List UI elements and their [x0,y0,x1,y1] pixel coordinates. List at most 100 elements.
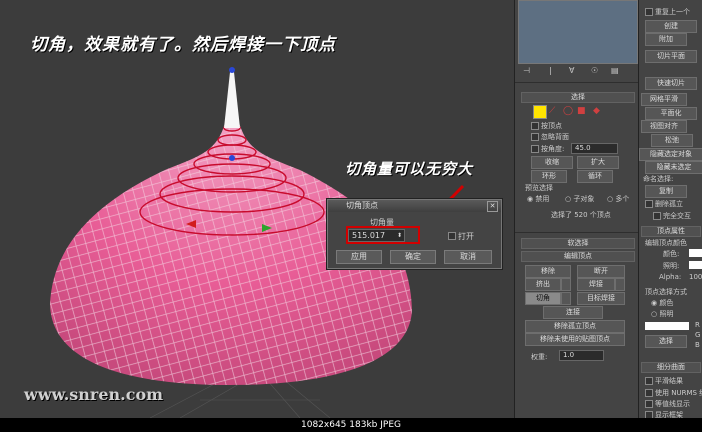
polygon-mode-icon[interactable]: ■ [577,106,586,116]
pin-stack-icon[interactable]: ⊣ [523,66,530,75]
hide-unselected-button[interactable]: 隐藏未选定 [645,161,702,174]
remove-unused-map-button[interactable]: 移除未使用的贴图顶点 [525,333,625,346]
vertex-properties-header[interactable]: 顶点属性 [641,226,701,237]
illumination-label: 照明: [663,262,680,270]
planarize-button[interactable]: 平面化 [645,107,697,120]
repeat-last-checkbox[interactable] [645,8,653,16]
attach-button[interactable]: 附加 [645,33,687,46]
chamfer-button[interactable]: 切角 [525,292,561,305]
delete-isolated-checkbox[interactable] [645,200,653,208]
select-by-color-radio[interactable]: ◉ 颜色 [651,298,673,308]
mesh-smooth-button[interactable]: 网格平滑 [641,93,687,106]
repeat-last-label: 重复上一个 [655,8,690,16]
show-end-result-icon[interactable]: | [549,66,552,75]
divider [515,82,639,83]
viewport-perspective[interactable]: 切角，效果就有了。然后焊接一下顶点 切角量可以无穷大 www.snren.com… [0,0,514,418]
select-color-swatch[interactable] [645,322,689,330]
remove-button[interactable]: 移除 [525,265,571,278]
preview-off-label: 禁用 [535,195,550,203]
dialog-title: 切角顶点 [346,201,378,210]
command-panel[interactable]: ⊣ | ∀ ☉ ▤ 选择 ⟋ ◯ ■ ◆ 按顶点 忽略背面 按角度: 45.0 … [514,0,639,418]
selection-rollout-header[interactable]: 选择 [521,92,635,103]
edge-mode-icon[interactable]: ⟋ [549,106,555,116]
by-angle-label: 按角度: [541,145,565,153]
slice-plane-button[interactable]: 切片平面 [645,50,697,63]
create-button[interactable]: 创建 [645,20,697,33]
color-label: 颜色: [663,250,680,258]
edit-vertices-rollout-header[interactable]: 编辑顶点 [521,251,635,262]
weight-spinner[interactable]: 1.0 [559,350,604,361]
ok-button[interactable]: 确定 [390,250,436,264]
illumination-color-swatch[interactable] [689,261,702,269]
select-by-illum-label: 照明 [659,310,674,318]
apply-button[interactable]: 应用 [336,250,382,264]
use-nurms-label: 使用 NURMS 细分 [655,389,702,397]
relax-button[interactable]: 松弛 [651,134,693,147]
stack-toolbar: ⊣ | ∀ ☉ ▤ [519,66,635,78]
select-by-illum-radio[interactable]: ○ 照明 [651,309,673,319]
image-info-text: 1082x645 183kb JPEG [301,420,401,430]
dialog-title-bar[interactable]: 切角顶点 ✕ [328,200,501,212]
preview-multi-radio[interactable]: ○ 多个 [607,194,629,204]
annotation-top: 切角，效果就有了。然后焊接一下顶点 [30,35,336,55]
hide-selected-button[interactable]: 隐藏选定对象 [639,148,702,161]
preview-subobj-radio[interactable]: ○ 子对象 [565,194,594,204]
cancel-button[interactable]: 取消 [444,250,492,264]
by-angle-spinner[interactable]: 45.0 [571,143,618,154]
gizmo-top-icon[interactable] [229,67,235,73]
connect-button[interactable]: 连接 [543,306,603,319]
edit-geometry-panel[interactable]: 重复上一个 创建 附加 切片平面 快速切片 网格平滑 平面化 视图对齐 松弛 隐… [638,0,702,418]
copy-button[interactable]: 复制 [645,185,687,198]
ignore-backfacing-checkbox[interactable] [531,133,539,141]
range-r-label: R [695,321,700,329]
close-icon[interactable]: ✕ [487,201,498,212]
extrude-button[interactable]: 挤出 [525,278,561,291]
vertex-mode-icon[interactable] [533,105,547,119]
named-selections-label: 命名选择: [643,175,674,183]
preview-off-radio[interactable]: ◉ 禁用 [527,194,549,204]
chamfer-settings-button[interactable] [561,292,571,305]
by-vertex-checkbox[interactable] [531,122,539,130]
target-weld-button[interactable]: 目标焊接 [577,292,625,305]
vertex-select-by-label: 顶点选择方式 [645,288,687,296]
make-unique-icon[interactable]: ∀ [569,66,574,75]
element-mode-icon[interactable]: ◆ [593,106,600,116]
extrude-settings-button[interactable] [561,278,571,291]
alpha-label: Alpha: [659,273,682,281]
image-info-bar: 1082x645 183kb JPEG [0,418,702,432]
ring-button[interactable]: 环形 [531,170,567,183]
preview-selection-label: 预览选择 [525,184,553,192]
show-cage-checkbox[interactable] [645,411,653,418]
border-mode-icon[interactable]: ◯ [563,106,573,116]
ignore-backfacing-label: 忽略背面 [541,133,569,141]
loop-button[interactable]: 循环 [577,170,613,183]
grow-button[interactable]: 扩大 [577,156,619,169]
quick-slice-button[interactable]: 快速切片 [645,77,697,90]
subdivision-surface-header[interactable]: 细分曲面 [641,362,701,373]
open-checkbox[interactable] [448,232,456,240]
configure-sets-icon[interactable]: ▤ [611,66,619,75]
select-button[interactable]: 选择 [645,335,687,348]
by-angle-checkbox[interactable] [531,145,539,153]
break-button[interactable]: 断开 [577,265,625,278]
soft-selection-rollout-header[interactable]: 软选择 [521,238,635,249]
weld-button[interactable]: 焊接 [577,278,615,291]
vertex-color-swatch[interactable] [689,249,702,257]
full-interactivity-label: 完全交互 [663,212,691,220]
remove-modifier-icon[interactable]: ☉ [591,66,598,75]
gizmo-center-icon[interactable] [229,155,235,161]
select-by-color-label: 颜色 [659,299,674,307]
full-interactivity-checkbox[interactable] [653,212,661,220]
smooth-result-checkbox[interactable] [645,377,653,385]
view-align-button[interactable]: 视图对齐 [641,120,687,133]
remove-isolated-button[interactable]: 移除孤立顶点 [525,320,625,333]
cone-tip [224,72,240,128]
preview-subobj-label: 子对象 [573,195,595,203]
smooth-result-label: 平滑结果 [655,377,683,385]
weld-settings-button[interactable] [615,278,625,291]
shrink-button[interactable]: 收缩 [531,156,573,169]
modifier-stack-list[interactable] [518,0,638,64]
isoline-display-checkbox[interactable] [645,400,653,408]
alpha-value[interactable]: 100 [689,273,702,281]
use-nurms-checkbox[interactable] [645,389,653,397]
